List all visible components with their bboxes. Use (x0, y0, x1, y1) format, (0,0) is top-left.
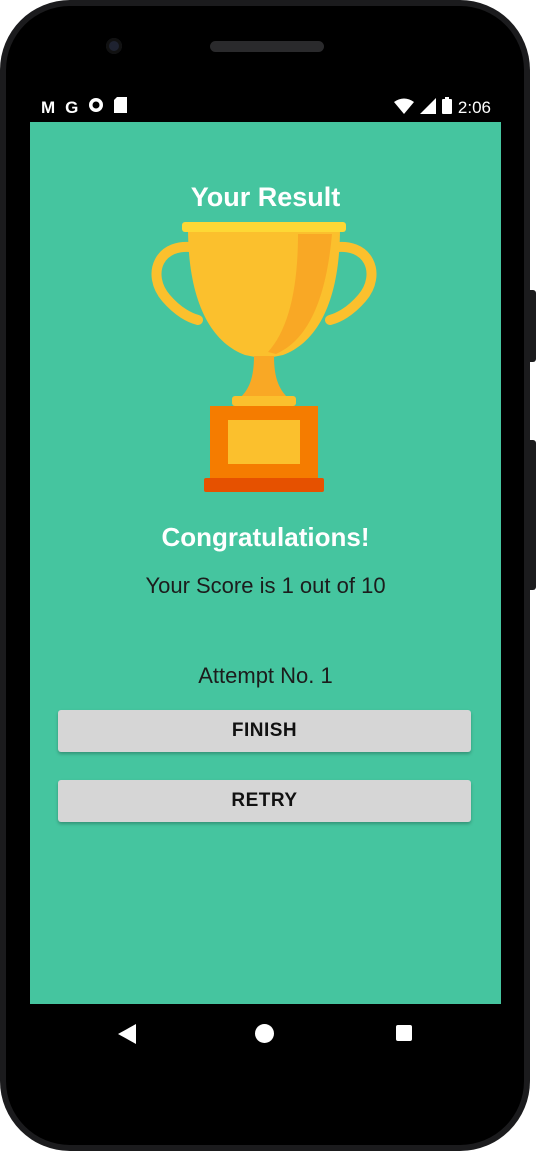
navigation-bar (30, 1004, 501, 1062)
home-icon[interactable] (255, 1024, 274, 1043)
trophy-icon (148, 220, 380, 494)
notification-icons: M G (41, 97, 128, 118)
congrats-heading: Congratulations! (161, 522, 370, 552)
recents-icon[interactable] (396, 1025, 412, 1041)
score-text: Your Score is 1 out of 10 (145, 573, 386, 598)
system-status-icons: 2:06 (393, 97, 491, 119)
result-screen: Your Result Congratulations! Your Score … (30, 122, 501, 1004)
back-icon[interactable] (118, 1024, 136, 1049)
volume-rocker (529, 440, 536, 590)
status-bar: M G 2:06 (30, 94, 501, 122)
battery-icon (441, 97, 452, 119)
gmail-icon: M (41, 97, 56, 117)
wifi-icon (393, 98, 414, 119)
attempt-text: Attempt No. 1 (198, 663, 333, 688)
front-camera (106, 38, 122, 54)
record-icon (88, 97, 104, 118)
finish-button[interactable]: FINISH (58, 710, 471, 752)
page-title: Your Result (190, 182, 341, 212)
signal-icon (419, 97, 436, 119)
earpiece-speaker (210, 41, 324, 52)
sd-card-icon (114, 97, 128, 118)
status-time: 2:06 (457, 98, 491, 117)
google-icon: G (65, 97, 79, 117)
power-button (529, 290, 536, 362)
retry-button[interactable]: RETRY (58, 780, 471, 822)
